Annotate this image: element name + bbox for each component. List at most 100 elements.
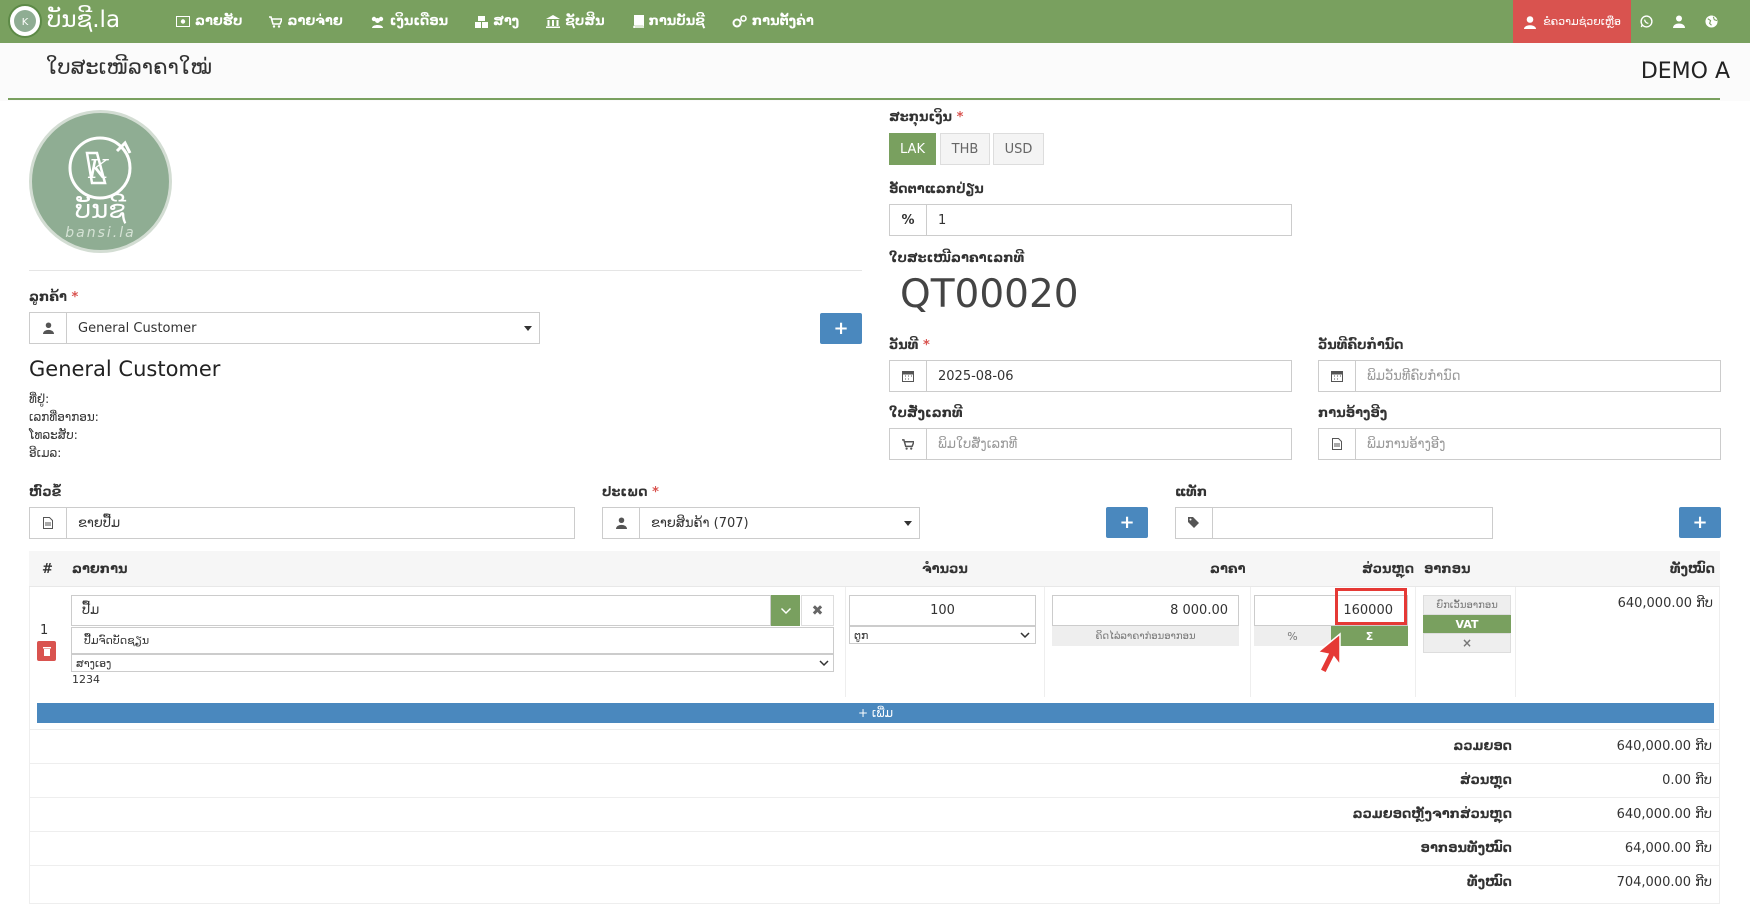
top-navbar: K ບັນຊີ.la ລາຍຮັບ ລາຍຈ່າຍ ເງິນເດືອນ ສາງ … xyxy=(0,0,1750,43)
menu-accounting[interactable]: ການບັນຊີ xyxy=(632,14,705,29)
col-num: # xyxy=(42,561,53,577)
header-divider xyxy=(8,98,1720,100)
cart-icon xyxy=(269,15,283,28)
tags-label: ແທັກ xyxy=(1175,485,1208,500)
tax-clear-button[interactable]: × xyxy=(1423,633,1511,653)
price-before-tax-toggle[interactable]: ຄິດໄລ່ລາຄາກ່ອນອາກອນ xyxy=(1052,626,1239,646)
logo-icon[interactable]: K xyxy=(8,4,42,38)
cursor-arrow-icon xyxy=(1316,632,1341,675)
plus-icon: + xyxy=(1119,512,1135,533)
add-customer-button[interactable]: + xyxy=(820,313,862,344)
tags-field[interactable] xyxy=(1175,507,1493,539)
cogs-icon xyxy=(732,15,747,28)
caret-down-icon xyxy=(904,520,912,526)
col-separator xyxy=(1044,587,1045,697)
tax-vat-button[interactable]: VAT xyxy=(1423,615,1511,633)
subject-label: ຫົວຂໍ້ xyxy=(29,485,62,500)
po-label: ໃບສັ່ງເລກທີ xyxy=(889,406,963,421)
trash-icon xyxy=(42,647,51,656)
percent-addon: % xyxy=(890,205,927,235)
summary-total: ທັງໝົດ 704,000.00 ກີບ xyxy=(29,865,1720,899)
chevron-down-icon xyxy=(1020,632,1030,639)
menu-assets-label: ຊັບສິນ xyxy=(565,14,605,29)
customer-tax-label: ເລກທີ່ອາກອນ: xyxy=(29,410,99,424)
help-button[interactable]: ຂໍຄວາມຊ່ວຍເຫຼືອ xyxy=(1513,0,1631,43)
brand-title[interactable]: ບັນຊີ.la xyxy=(47,7,120,33)
exchange-rate-field[interactable]: % 1 xyxy=(889,204,1292,236)
add-row-button[interactable]: + ເພີ່ມ xyxy=(37,703,1714,723)
warehouse-select[interactable]: ສາງເອງ xyxy=(71,654,834,672)
col-tax: ອາກອນ xyxy=(1424,561,1471,577)
item-input[interactable]: ປື້ມ xyxy=(71,595,771,626)
type-value: ຂາຍສິນຄ້າ (707) xyxy=(651,515,749,531)
plus-icon: + xyxy=(1692,512,1708,533)
chevron-down-icon xyxy=(819,660,829,667)
chevron-down-icon xyxy=(780,607,791,614)
subject-field[interactable]: ຂາຍປື້ມ xyxy=(29,507,575,539)
currency-thb[interactable]: THB xyxy=(940,133,990,165)
calendar-icon xyxy=(1331,371,1343,382)
reference-field[interactable]: ພິມການອ້າງອີງ xyxy=(1318,428,1721,460)
cubes-icon xyxy=(475,15,489,28)
price-value: 8 000.00 xyxy=(1170,603,1228,618)
col-separator xyxy=(845,587,846,697)
tags-icon xyxy=(1187,517,1199,528)
add-tag-button[interactable]: + xyxy=(1679,507,1721,538)
menu-warehouse[interactable]: ສາງ xyxy=(475,14,519,29)
delete-row-button[interactable] xyxy=(37,641,56,661)
file-icon xyxy=(43,517,53,529)
unit-select[interactable]: ຕູກ xyxy=(849,626,1036,644)
exchange-rate-value: 1 xyxy=(938,212,947,228)
col-separator xyxy=(1515,587,1516,697)
item-description-value: ປື້ມຈົດບັດຊຽນ xyxy=(84,634,150,647)
date-value: 2025-08-06 xyxy=(938,368,1014,384)
user-icon xyxy=(615,517,627,529)
svg-text:K: K xyxy=(87,155,109,185)
users-icon xyxy=(371,16,383,28)
svg-text:K: K xyxy=(22,17,29,28)
clear-item-button[interactable]: ✖ xyxy=(801,595,834,626)
menu-settings[interactable]: ການຕັ້ງຄ່າ xyxy=(732,14,814,29)
col-separator xyxy=(1415,587,1416,697)
globe-icon[interactable] xyxy=(1705,15,1718,28)
book-icon xyxy=(632,15,644,28)
reference-label: ການອ້າງອີງ xyxy=(1318,406,1388,421)
due-date-field[interactable]: ພິມວັນທີຄົບກຳນົດ xyxy=(1318,360,1721,392)
menu-expense[interactable]: ລາຍຈ່າຍ xyxy=(269,14,343,29)
qty-input[interactable]: 100 xyxy=(849,595,1036,626)
logo-text: ບັນຊີ xyxy=(74,195,127,225)
menu-assets[interactable]: ຊັບສິນ xyxy=(546,14,605,29)
quote-number: QT00020 xyxy=(900,272,1079,317)
user-icon[interactable] xyxy=(1673,15,1685,28)
item-dropdown-button[interactable] xyxy=(771,595,800,626)
currency-lak[interactable]: LAK xyxy=(889,133,936,165)
customer-label: ລູກຄ້າ * xyxy=(29,290,79,305)
caret-down-icon xyxy=(524,325,532,331)
currency-usd[interactable]: USD xyxy=(993,133,1044,165)
menu-expense-label: ລາຍຈ່າຍ xyxy=(287,14,343,29)
add-type-button[interactable]: + xyxy=(1106,507,1148,538)
calendar-icon xyxy=(902,371,914,382)
customer-email-label: ອີເມລ: xyxy=(29,446,62,460)
plus-icon: + xyxy=(833,318,849,339)
customer-select[interactable]: General Customer xyxy=(29,312,540,344)
money-icon xyxy=(176,16,190,27)
tax-exempt-button[interactable]: ຍົກເວັ້ນອາກອນ xyxy=(1423,595,1511,615)
menu-payroll[interactable]: ເງິນເດືອນ xyxy=(370,14,448,29)
whatsapp-icon[interactable] xyxy=(1640,15,1653,28)
customer-address-label: ທີ່ຢູ່: xyxy=(29,392,50,406)
po-field[interactable]: ພິມໃບສັ່ງເລກທີ xyxy=(889,428,1292,460)
item-description[interactable]: ປື້ມຈົດບັດຊຽນ xyxy=(71,627,834,654)
nav-icons xyxy=(1640,0,1718,43)
price-input[interactable]: 8 000.00 xyxy=(1052,595,1239,626)
file-icon xyxy=(1332,438,1342,450)
date-field[interactable]: 2025-08-06 xyxy=(889,360,1292,392)
page-title: ໃບສະເໜີລາຄາໃໝ່ xyxy=(46,55,212,79)
item-code: 1234 xyxy=(72,673,100,686)
qty-value: 100 xyxy=(930,603,955,618)
menu-income[interactable]: ລາຍຮັບ xyxy=(176,14,242,29)
close-icon: ✖ xyxy=(811,602,824,619)
user-icon xyxy=(42,322,54,334)
type-select[interactable]: ຂາຍສິນຄ້າ (707) xyxy=(602,507,920,539)
due-date-label: ວັນທີຄົບກຳນົດ xyxy=(1318,338,1404,353)
